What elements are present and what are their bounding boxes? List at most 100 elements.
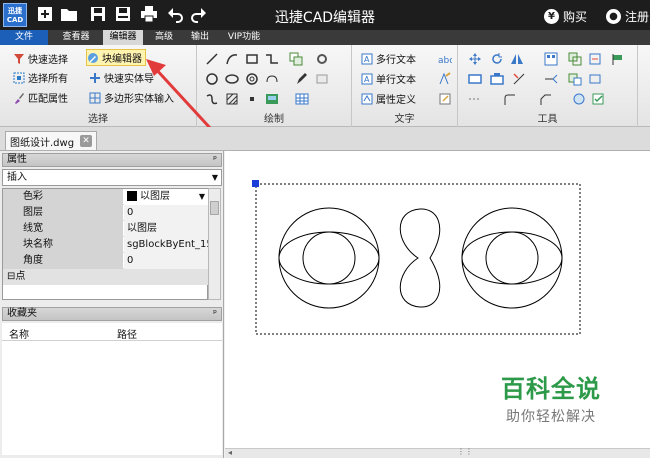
close-icon[interactable]: ✕ xyxy=(80,135,93,147)
yen-icon: ¥ xyxy=(544,9,559,24)
color-value-select[interactable]: 以图层 ▼ xyxy=(124,189,208,205)
property-key: 块名称 xyxy=(3,237,123,253)
property-row-color[interactable]: 色彩 以图层 ▼ xyxy=(3,189,208,205)
middle-shape xyxy=(399,208,441,308)
property-key: 图层 xyxy=(3,205,123,221)
grip-handle[interactable] xyxy=(252,180,259,187)
block-editor-button[interactable]: 块编辑器 xyxy=(86,49,146,66)
array-icon[interactable] xyxy=(544,52,558,66)
tools-group-label: 工具 xyxy=(537,114,558,125)
brush-icon xyxy=(15,92,24,104)
watermark: 百科全说 助你轻松解决 xyxy=(481,369,621,426)
scale-icon[interactable] xyxy=(490,72,504,86)
dim-icon[interactable] xyxy=(315,72,329,86)
properties-scrollbar[interactable] xyxy=(208,188,221,300)
text-group: A 多行文本 A 单行文本 属性定义 abc 文字 xyxy=(352,45,458,127)
pencil-icon[interactable] xyxy=(295,72,309,86)
favorites-title: 收藏夹 xyxy=(7,308,37,319)
mtext-label: 多行文本 xyxy=(376,55,416,66)
user-icon: ● xyxy=(606,9,621,24)
offset-icon[interactable] xyxy=(568,52,582,66)
select-all-button[interactable]: 选择所有 xyxy=(13,69,68,86)
left-ellipse xyxy=(278,231,380,285)
tab-vip[interactable]: VIP功能 xyxy=(222,30,266,45)
explode-icon[interactable] xyxy=(588,52,602,66)
entity-type-select[interactable]: 插入 ▼ xyxy=(2,169,222,186)
copy-icon[interactable] xyxy=(289,52,303,66)
property-row-angle[interactable]: 角度 0 xyxy=(3,253,208,269)
table-icon[interactable] xyxy=(295,92,309,106)
select-all-label: 选择所有 xyxy=(28,74,68,85)
trim-icon[interactable] xyxy=(512,72,526,86)
pin-icon[interactable]: ᵖ xyxy=(213,308,217,320)
check-icon[interactable] xyxy=(592,92,606,106)
stretch-icon[interactable] xyxy=(468,72,482,86)
stext-button[interactable]: A 单行文本 xyxy=(361,70,416,87)
buy-button[interactable]: ¥ 购买 xyxy=(544,8,587,25)
text-style-icon[interactable]: abc xyxy=(438,52,452,66)
block-editor-label: 块编辑器 xyxy=(102,54,142,65)
image-icon[interactable] xyxy=(265,92,279,106)
mirror-icon[interactable] xyxy=(510,52,524,66)
tab-viewer[interactable]: 查看器 xyxy=(56,30,96,45)
property-category-point[interactable]: ⊟点 xyxy=(3,269,208,285)
column-name-header[interactable]: 名称 xyxy=(9,326,29,341)
property-key: 线宽 xyxy=(3,221,123,237)
scroll-grip-icon[interactable]: ⋮⋮ xyxy=(457,447,473,456)
tab-file[interactable]: 文件 xyxy=(0,30,48,45)
polyline-icon[interactable] xyxy=(265,52,279,66)
tab-editor[interactable]: 编辑器 xyxy=(103,30,143,45)
drawing-canvas[interactable]: 百科全说 助你轻松解决 ◂ ⋮⋮ xyxy=(225,151,650,458)
fillet-icon[interactable] xyxy=(502,92,516,106)
pin-icon[interactable]: ᵖ xyxy=(213,154,217,166)
attdef-button[interactable]: 属性定义 xyxy=(361,90,416,107)
left-inner-circle xyxy=(302,231,356,285)
property-row-lineweight[interactable]: 线宽 以图层 xyxy=(3,221,208,237)
extend-icon[interactable] xyxy=(544,72,558,86)
property-row-blockname[interactable]: 块名称 sgBlockByEnt_1598 xyxy=(3,237,208,253)
left-panel: 属性 ᵖ 插入 ▼ 色彩 以图层 ▼ 图层 0 线宽 以图层 块名称 sgBlo… xyxy=(0,151,224,458)
property-value: sgBlockByEnt_1598 xyxy=(124,237,208,253)
document-tab-strip: 图纸设计.dwg ✕ xyxy=(0,127,650,151)
move-icon[interactable] xyxy=(468,52,482,66)
tab-advanced[interactable]: 高级 xyxy=(149,30,179,45)
break-icon[interactable] xyxy=(568,72,582,86)
svg-text:A: A xyxy=(364,55,370,64)
scroll-thumb[interactable] xyxy=(210,201,219,215)
properties-table: 色彩 以图层 ▼ 图层 0 线宽 以图层 块名称 sgBlockByEnt_15… xyxy=(2,188,208,300)
horizontal-scrollbar[interactable]: ◂ ⋮⋮ xyxy=(225,447,650,458)
register-button[interactable]: ● 注册 xyxy=(606,8,649,25)
chamfer-icon[interactable] xyxy=(538,92,552,106)
dashed-line-icon[interactable] xyxy=(468,92,482,106)
property-value: 0 xyxy=(124,253,208,269)
svg-text:A: A xyxy=(364,75,370,84)
selection-box xyxy=(255,183,581,335)
register-label: 注册 xyxy=(625,10,650,24)
join-icon[interactable] xyxy=(588,72,602,86)
match-props-button[interactable]: 匹配属性 xyxy=(13,89,68,106)
property-value: 0 xyxy=(124,205,208,221)
buy-label: 购买 xyxy=(563,10,588,24)
stext-label: 单行文本 xyxy=(376,75,416,86)
flag-icon[interactable] xyxy=(610,52,624,66)
column-path-header[interactable]: 路径 xyxy=(117,326,137,341)
measure-icon[interactable] xyxy=(572,92,586,106)
mtext-button[interactable]: A 多行文本 xyxy=(361,50,416,67)
revcloud-icon[interactable] xyxy=(265,72,279,86)
scroll-left-icon[interactable]: ◂ xyxy=(228,448,232,457)
attdef-icon xyxy=(361,93,373,104)
text-edit-icon[interactable] xyxy=(438,72,452,86)
gear-icon[interactable] xyxy=(315,52,329,66)
rotate-icon[interactable] xyxy=(490,52,504,66)
text-align-icon[interactable] xyxy=(438,92,452,106)
tab-output[interactable]: 输出 xyxy=(185,30,215,45)
property-row-layer[interactable]: 图层 0 xyxy=(3,205,208,221)
quick-select-button[interactable]: 快速选择 xyxy=(13,50,68,67)
funnel-icon xyxy=(14,53,24,64)
properties-title: 属性 xyxy=(7,154,27,165)
favorites-list xyxy=(2,341,222,455)
polygon-grid-icon xyxy=(89,92,101,103)
svg-text:abc: abc xyxy=(438,56,452,66)
document-tab[interactable]: 图纸设计.dwg ✕ xyxy=(5,131,98,150)
mtext-icon: A xyxy=(361,53,373,64)
